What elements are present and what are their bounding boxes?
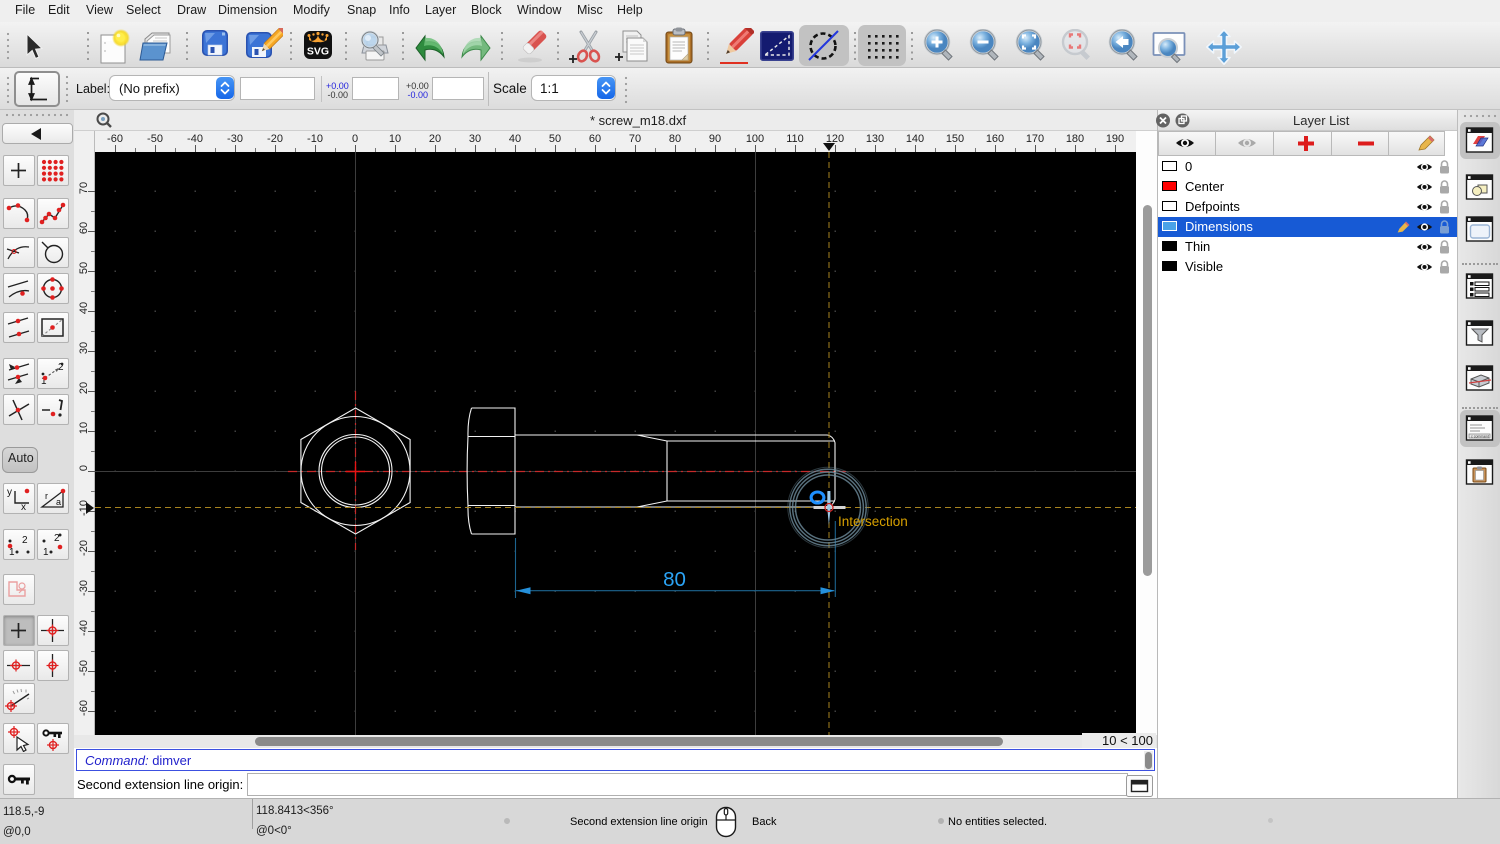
- svg-text:a: a: [56, 497, 61, 507]
- svg-text:Intersection: Intersection: [838, 514, 908, 529]
- svg-text:2: 2: [22, 535, 28, 546]
- svg-text:SVG: SVG: [307, 46, 329, 58]
- svg-text:1: 1: [43, 547, 49, 558]
- svg-text:c command: c command: [1471, 435, 1489, 439]
- svg-text:r: r: [45, 491, 48, 501]
- svg-text:1: 1: [9, 547, 15, 558]
- svg-text:80: 80: [663, 568, 686, 591]
- svg-text:y: y: [7, 487, 12, 498]
